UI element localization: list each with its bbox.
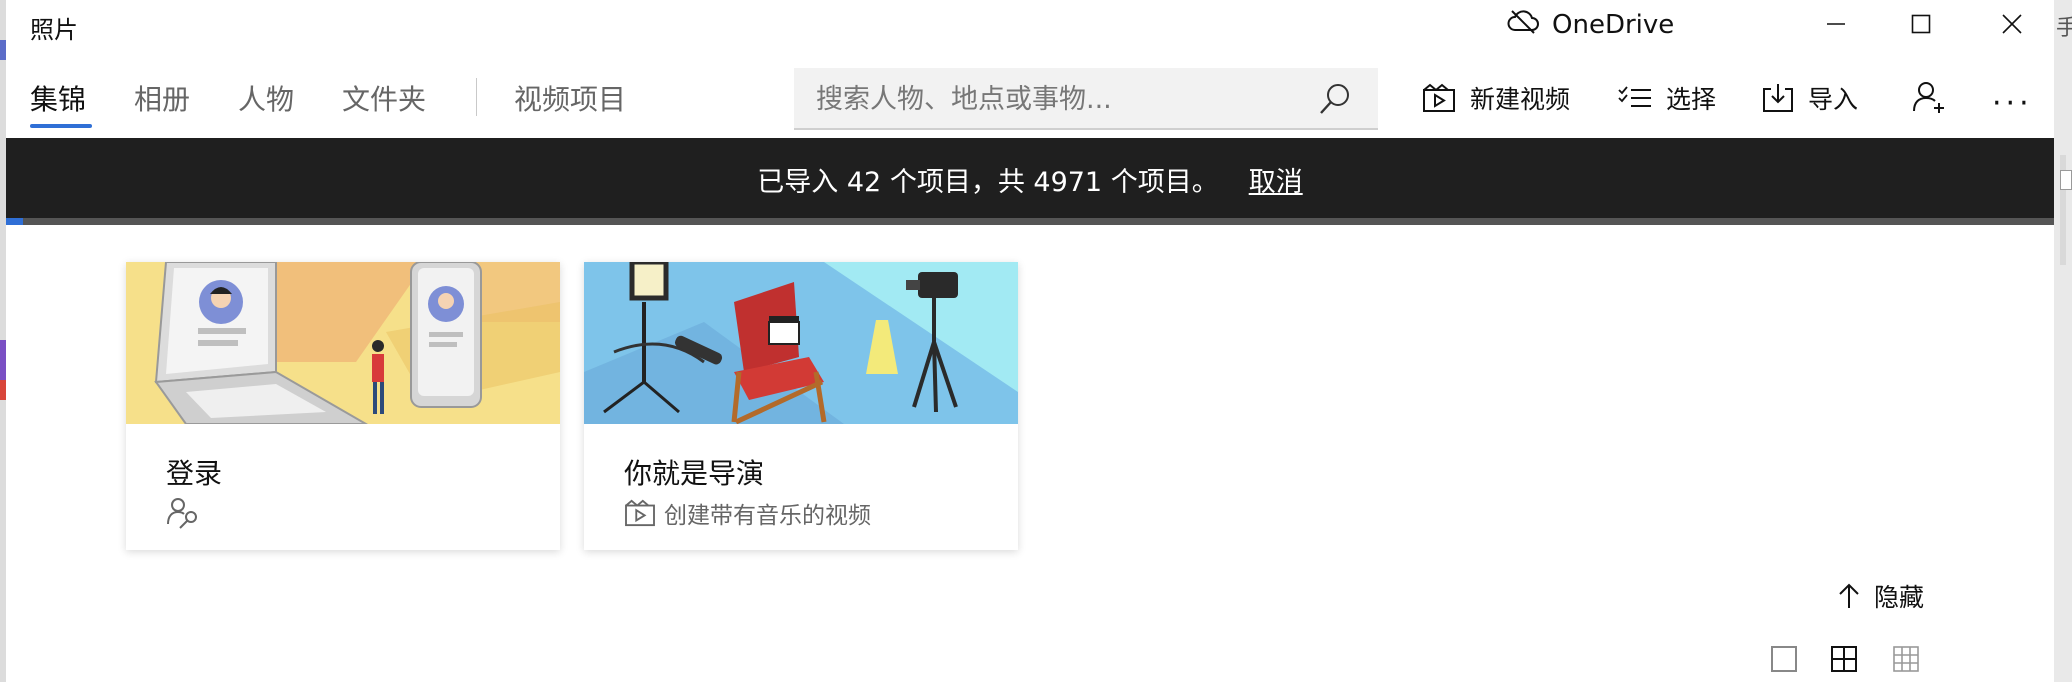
new-video-button[interactable]: 新建视频 xyxy=(1422,80,1570,116)
import-label: 导入 xyxy=(1808,85,1859,114)
arrow-up-icon xyxy=(1839,583,1859,608)
hide-label: 隐藏 xyxy=(1874,583,1925,612)
minimize-button[interactable] xyxy=(1806,4,1866,44)
cloud-offline-icon xyxy=(1506,8,1540,41)
cancel-import-link[interactable]: 取消 xyxy=(1249,167,1303,198)
add-person-icon xyxy=(1913,82,1944,113)
video-clip-icon xyxy=(1423,83,1455,112)
background-window-edge-right: 手 xyxy=(2054,0,2072,682)
background-window-glyph: 手 xyxy=(2056,16,2072,41)
tab-divider xyxy=(476,78,477,116)
sign-in-illustration xyxy=(126,262,560,424)
background-window-box xyxy=(2060,170,2072,190)
import-icon xyxy=(1763,84,1793,112)
video-clip-icon xyxy=(625,499,655,527)
search-input[interactable] xyxy=(814,78,1298,120)
photos-window: 照片 OneDrive 集锦 相册 人物 文件夹 视频项目 新建视频 选择 导入 xyxy=(6,0,2054,682)
close-button[interactable] xyxy=(1982,4,2042,44)
minimize-icon xyxy=(1827,23,1845,25)
large-tile-view-button[interactable] xyxy=(1770,645,1798,677)
add-account-button[interactable] xyxy=(1912,80,1946,114)
small-grid-view-icon xyxy=(1893,646,1919,672)
maximize-button[interactable] xyxy=(1891,4,1951,44)
more-options-button[interactable]: ··· xyxy=(1992,86,2033,121)
sign-in-card[interactable]: 登录 xyxy=(126,262,560,550)
director-subtitle-row: 创建带有音乐的视频 xyxy=(624,496,871,530)
people-key-icon xyxy=(167,498,197,529)
small-grid-view-button[interactable] xyxy=(1892,645,1920,677)
app-title: 照片 xyxy=(30,16,78,44)
tab-video-projects[interactable]: 视频项目 xyxy=(514,78,626,118)
tab-people[interactable]: 人物 xyxy=(238,78,294,118)
import-status-banner: 已导入 42 个项目，共 4971 个项目。 取消 xyxy=(6,138,2054,218)
onedrive-status[interactable]: OneDrive xyxy=(1506,8,1674,41)
import-button[interactable]: 导入 xyxy=(1762,80,1858,116)
tab-folders[interactable]: 文件夹 xyxy=(342,78,426,118)
medium-grid-view-button[interactable] xyxy=(1830,645,1858,677)
close-icon xyxy=(2002,14,2022,34)
sign-in-title: 登录 xyxy=(166,457,223,490)
maximize-icon xyxy=(1911,14,1931,34)
search-box xyxy=(794,68,1378,130)
multi-select-icon xyxy=(1618,86,1651,107)
new-video-label: 新建视频 xyxy=(1470,85,1571,114)
import-status-message: 已导入 42 个项目，共 4971 个项目。 xyxy=(757,167,1219,198)
onedrive-label: OneDrive xyxy=(1552,9,1675,40)
director-title: 你就是导演 xyxy=(624,457,765,490)
hide-section-button[interactable]: 隐藏 xyxy=(1838,578,1924,614)
director-illustration xyxy=(584,262,1018,424)
medium-grid-view-icon xyxy=(1831,646,1857,672)
search-icon[interactable] xyxy=(1318,82,1352,120)
sign-in-subtitle-row xyxy=(166,496,208,530)
director-subtitle: 创建带有音乐的视频 xyxy=(664,503,871,529)
select-label: 选择 xyxy=(1666,85,1717,114)
tab-albums[interactable]: 相册 xyxy=(134,78,190,118)
be-the-director-card[interactable]: 你就是导演 创建带有音乐的视频 xyxy=(584,262,1018,550)
large-tile-view-icon xyxy=(1771,646,1797,672)
tab-collection[interactable]: 集锦 xyxy=(30,78,86,118)
import-progress-fill xyxy=(6,218,24,225)
import-progress-bar xyxy=(6,218,2054,225)
active-tab-indicator xyxy=(30,124,92,128)
select-button[interactable]: 选择 xyxy=(1618,80,1716,116)
